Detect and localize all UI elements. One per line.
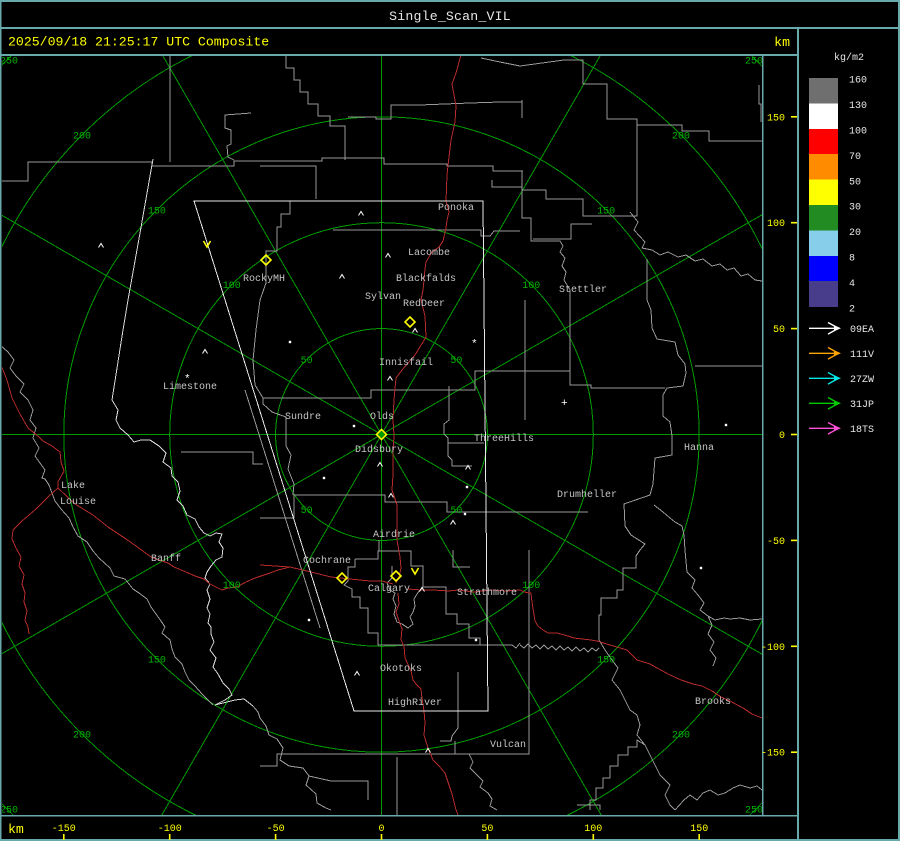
svg-text:ThreeHills: ThreeHills — [474, 433, 534, 445]
svg-text:Louise: Louise — [60, 496, 96, 508]
svg-text:130: 130 — [849, 101, 867, 112]
svg-text:2025/09/18 21:25:17 UTC Compos: 2025/09/18 21:25:17 UTC Composite — [8, 35, 269, 50]
svg-text:50: 50 — [773, 325, 785, 336]
svg-text:-100: -100 — [158, 824, 182, 835]
svg-text:Drumheller: Drumheller — [557, 489, 617, 501]
svg-text:50: 50 — [301, 356, 313, 367]
svg-text:Didsbury: Didsbury — [355, 444, 403, 456]
svg-text:150: 150 — [148, 206, 166, 217]
svg-text:4: 4 — [849, 279, 855, 290]
svg-text:100: 100 — [522, 281, 540, 292]
svg-text:Olds: Olds — [370, 411, 394, 423]
svg-text:250: 250 — [0, 57, 18, 68]
svg-text:150: 150 — [148, 656, 166, 667]
svg-text:Calgary: Calgary — [368, 583, 410, 595]
svg-text:0: 0 — [779, 431, 785, 442]
svg-text:-100: -100 — [761, 643, 785, 654]
svg-text:150: 150 — [690, 824, 708, 835]
svg-text:+: + — [561, 398, 568, 410]
svg-text:30: 30 — [849, 203, 861, 214]
svg-text:-150: -150 — [761, 749, 785, 760]
svg-text:Airdrie: Airdrie — [373, 529, 415, 541]
svg-text:2: 2 — [849, 304, 855, 315]
svg-text:Sylvan: Sylvan — [365, 291, 401, 303]
svg-text:100: 100 — [522, 581, 540, 592]
svg-text:-150: -150 — [52, 824, 76, 835]
svg-text:200: 200 — [672, 731, 690, 742]
svg-text:250: 250 — [745, 805, 763, 816]
svg-text:50: 50 — [481, 824, 493, 835]
svg-text:50: 50 — [849, 177, 861, 188]
svg-text:111V: 111V — [850, 350, 874, 361]
svg-text:50: 50 — [450, 356, 462, 367]
svg-text:Banff: Banff — [151, 553, 181, 565]
svg-text:Lacombe: Lacombe — [408, 247, 450, 259]
svg-text:27ZW: 27ZW — [850, 375, 874, 386]
svg-text:Brooks: Brooks — [695, 696, 731, 708]
svg-text:Blackfalds: Blackfalds — [396, 273, 456, 285]
svg-text:150: 150 — [597, 206, 615, 217]
svg-text:Sundre: Sundre — [285, 411, 321, 423]
svg-text:8: 8 — [849, 254, 855, 265]
svg-text:Okotoks: Okotoks — [380, 663, 422, 675]
svg-text:kg/m2: kg/m2 — [834, 52, 864, 64]
svg-text:*: * — [471, 339, 478, 351]
svg-text:100: 100 — [223, 281, 241, 292]
svg-text:70: 70 — [849, 152, 861, 163]
svg-text:09EA: 09EA — [850, 325, 874, 336]
svg-text:RockyMH: RockyMH — [243, 273, 285, 285]
svg-text:RedDeer: RedDeer — [403, 298, 445, 310]
svg-text:Stettler: Stettler — [559, 284, 607, 296]
svg-text:Single_Scan_VIL: Single_Scan_VIL — [389, 9, 511, 24]
svg-text:200: 200 — [672, 132, 690, 143]
svg-text:km: km — [8, 822, 24, 837]
svg-text:Innisfail: Innisfail — [379, 357, 433, 369]
svg-text:200: 200 — [73, 731, 91, 742]
svg-text:150: 150 — [597, 656, 615, 667]
svg-text:Vulcan: Vulcan — [490, 739, 526, 751]
svg-text:100: 100 — [223, 581, 241, 592]
svg-text:-50: -50 — [767, 537, 785, 548]
svg-text:HighRiver: HighRiver — [388, 697, 442, 709]
svg-text:Hanna: Hanna — [684, 443, 714, 454]
svg-text:250: 250 — [745, 57, 763, 68]
svg-text:160: 160 — [849, 76, 867, 87]
svg-text:150: 150 — [767, 113, 785, 124]
svg-text:200: 200 — [73, 132, 91, 143]
svg-text:Strathmore: Strathmore — [457, 587, 517, 599]
svg-text:0: 0 — [378, 824, 384, 835]
svg-text:250: 250 — [0, 805, 18, 816]
svg-text:100: 100 — [584, 824, 602, 835]
svg-text:20: 20 — [849, 228, 861, 239]
svg-text:100: 100 — [849, 127, 867, 138]
svg-text:50: 50 — [450, 506, 462, 517]
svg-text:-50: -50 — [267, 824, 285, 835]
svg-text:Cochrane: Cochrane — [303, 555, 351, 567]
svg-text:31JP: 31JP — [850, 400, 874, 411]
svg-text:km: km — [774, 35, 790, 50]
svg-text:*: * — [184, 374, 191, 386]
svg-text:50: 50 — [301, 506, 313, 517]
svg-text:18TS: 18TS — [850, 425, 874, 436]
svg-text:Ponoka: Ponoka — [438, 202, 474, 214]
svg-text:Lake: Lake — [61, 480, 85, 492]
svg-text:100: 100 — [767, 219, 785, 230]
